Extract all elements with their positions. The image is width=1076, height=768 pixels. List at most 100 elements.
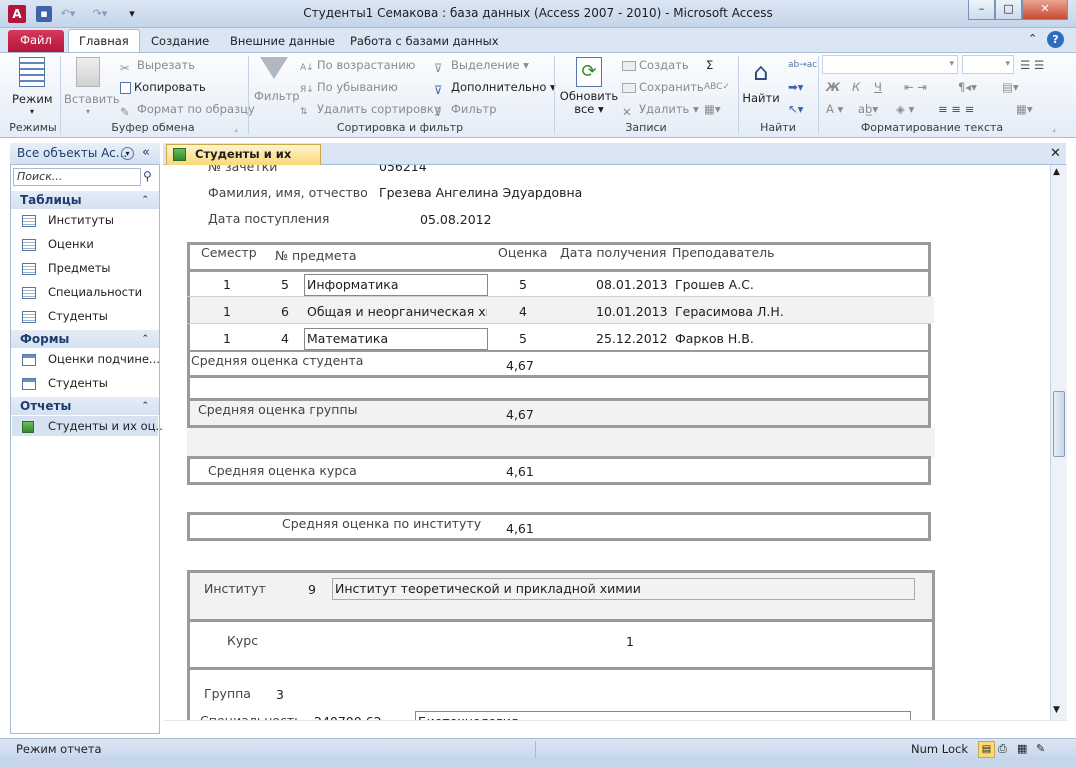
replace-icon: ab→ac [788,60,818,70]
fill-color-button[interactable]: ◈ ▾ [896,100,914,118]
highlight-button[interactable]: ab̲▾ [858,100,878,118]
report-view-icon[interactable]: ▤ [978,741,995,758]
minimize-button[interactable]: – [968,0,995,20]
font-select[interactable]: ▾ [822,55,958,74]
tab-home[interactable]: Главная [68,29,140,53]
format-painter-button[interactable]: ✎ Формат по образцу [120,100,255,119]
table-icon [22,262,36,275]
print-preview-icon[interactable]: ⎙ [998,742,1007,756]
nav-search-input[interactable]: Поиск... [13,168,141,186]
nav-dropdown-icon[interactable]: ▾ [121,147,134,160]
cut-button[interactable]: ✂ Вырезать [120,56,195,75]
scroll-up-icon[interactable]: ▲ [1053,167,1060,177]
avg-course-label: Средняя оценка курса [208,463,357,478]
nav-item-students-form[interactable]: Студенты [22,373,108,393]
search-icon[interactable]: ⚲ [143,169,152,183]
paragraph-direction-button[interactable]: ¶◂▾ [958,78,977,96]
view-button[interactable]: Режим ▾ [12,57,53,116]
col-semester: Семестр [201,245,257,260]
bullets-button[interactable]: ☰ ☰ [1020,56,1044,74]
alt-row-color-button[interactable]: ▦▾ [1016,100,1033,118]
enroll-date-value: 05.08.2012 [420,212,492,227]
delete-record-button[interactable]: ✕ Удалить ▾ [622,100,699,119]
bold-button[interactable]: Ж [826,78,840,96]
filter-button[interactable]: Фильтр [254,57,300,105]
row1-date: 08.01.2013 [596,277,668,292]
help-icon[interactable]: ? [1047,31,1064,48]
dialog-launcher-icon[interactable]: ⌟ [234,124,238,133]
toggle-filter-button[interactable]: ⊽ Фильтр [434,100,497,119]
status-bar: Режим отчета Num Lock ▤ ⎙ ▦ ✎ [0,738,1076,760]
paste-button[interactable]: Вставить ▾ [64,57,120,116]
row1-subject: Информатика [304,274,488,296]
layout-view-icon[interactable]: ▦ [1017,742,1027,755]
nav-item-grades[interactable]: Оценки [22,234,94,254]
course-header-box [187,620,935,670]
tab-file[interactable]: Файл [8,30,64,52]
collapse-pane-icon[interactable]: « [142,145,150,160]
nav-item-students-report[interactable]: Студенты и их оц... [12,416,166,436]
ribbon-minimize-icon[interactable]: ⌃ [1028,32,1037,45]
institute-name: Институт теоретической и прикладной хими… [332,578,915,600]
align-buttons[interactable]: ≡ ≡ ≡ [938,100,974,118]
scroll-thumb[interactable] [1053,391,1065,457]
title-bar: A ▪ ↶▾ ↷▾ ▾ Студенты1 Семакова : база да… [0,0,1076,28]
sort-descending-button[interactable]: Я↓ По убыванию [300,78,398,96]
totals-button[interactable]: Σ [706,56,713,74]
spelling-button[interactable]: ABC✓ [704,78,730,96]
tab-external-data[interactable]: Внешние данные [220,31,345,52]
nav-item-subjects[interactable]: Предметы [22,258,111,278]
nav-item-grades-subform[interactable]: Оценки подчине... [22,349,160,369]
save-record-button[interactable]: Сохранить [622,78,704,96]
table-row [190,297,934,323]
underline-button[interactable]: Ч [874,78,882,96]
bullets-icon: ☰ ☰ [1020,58,1045,72]
remove-sort-button[interactable]: ⇅ Удалить сортировку [300,100,441,118]
italic-button[interactable]: К [852,78,860,96]
toggle-filter-icon: ⊽ [434,104,443,119]
spelling-icon: ABC✓ [704,82,730,92]
nav-section-forms[interactable]: Формы ⌃ [11,330,159,348]
nav-item-specialties[interactable]: Специальности [22,282,142,302]
font-size-select[interactable]: ▾ [962,55,1014,74]
tab-database-tools[interactable]: Работа с базами данных [340,31,509,52]
nav-section-tables[interactable]: Таблицы ⌃ [11,191,159,209]
refresh-all-button[interactable]: ⟳ Обновить все ▾ [558,57,620,116]
dialog-launcher-icon[interactable]: ⌟ [1052,124,1056,133]
goto-button[interactable]: ➡▾ [788,78,803,96]
gridlines-button[interactable]: ▤▾ [1002,78,1019,96]
new-record-button[interactable]: Создать [622,56,689,74]
separator [818,56,819,134]
nav-item-students-table[interactable]: Студенты [22,306,108,326]
group-clipboard-label: Буфер обмена [111,121,195,134]
close-document-icon[interactable]: ✕ [1050,146,1061,161]
avg-student-label: Средняя оценка студента [191,353,364,368]
group-sort-filter-label: Сортировка и фильтр [336,121,464,134]
window-title: Студенты1 Семакова : база данных (Access… [303,6,773,20]
maximize-button[interactable]: □ [995,0,1022,20]
nav-section-reports[interactable]: Отчеты ⌃ [11,397,159,415]
find-button[interactable]: ⌂ Найти [742,57,780,107]
more-records-button[interactable]: ▦▾ [704,100,721,118]
indent-buttons[interactable]: ⇤ ⇥ [904,78,927,96]
form-icon [22,377,36,390]
close-button[interactable]: ✕ [1022,0,1068,20]
nav-item-institutes[interactable]: Институты [22,210,114,230]
nav-header[interactable]: Все объекты Ac... ▾ « [10,143,160,165]
scroll-down-icon[interactable]: ▼ [1053,705,1060,715]
copy-button[interactable]: Копировать [120,78,206,96]
row1-semester: 1 [223,277,231,292]
select-button[interactable]: ↖▾ [788,100,803,118]
selection-button[interactable]: ⊽ Выделение ▾ [434,56,529,75]
replace-button[interactable]: ab→ac [788,56,817,74]
vertical-scrollbar[interactable]: ▲ ▼ [1050,165,1067,720]
advanced-filter-button[interactable]: ⊽ Дополнительно ▾ [434,78,556,97]
design-view-icon[interactable]: ✎ [1036,742,1045,755]
row1-number: 5 [281,277,289,292]
doc-tab-students-report[interactable]: Студенты и их оценки [166,144,321,180]
form-icon [22,353,36,366]
separator [60,56,61,134]
font-color-button[interactable]: A ▾ [826,100,843,118]
sort-ascending-button[interactable]: A↓ По возрастанию [300,56,415,74]
tab-create[interactable]: Создание [141,31,219,52]
